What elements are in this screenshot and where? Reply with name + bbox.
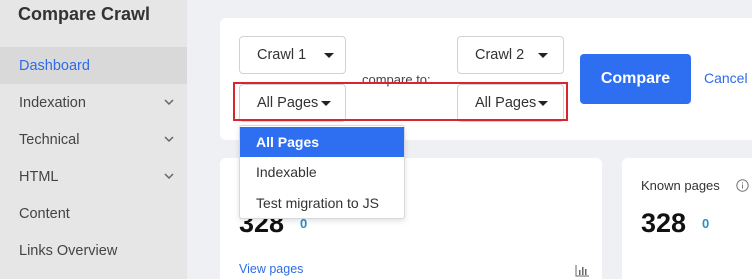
highlight-box [233, 82, 568, 121]
crawl-1-select[interactable]: Crawl 1 [239, 36, 346, 74]
segment-dropdown-menu: All Pages Indexable Test migration to JS [239, 125, 405, 219]
sidebar-item-label: Dashboard [19, 57, 90, 74]
dropdown-option-test-migration[interactable]: Test migration to JS [240, 188, 404, 218]
cancel-button[interactable]: Cancel [704, 70, 748, 86]
crawl-2-select[interactable]: Crawl 2 [457, 36, 564, 74]
chevron-down-icon [164, 136, 174, 143]
sidebar-item-label: Technical [19, 131, 80, 148]
compare-button[interactable]: Compare [580, 54, 691, 104]
caret-down-icon [324, 53, 334, 58]
crawl-1-value: Crawl 1 [257, 47, 307, 63]
known-pages-value: 328 [641, 208, 687, 238]
dropdown-option-indexable[interactable]: Indexable [240, 157, 404, 187]
crawl-2-value: Crawl 2 [475, 47, 525, 63]
sidebar-item-technical[interactable]: Technical [0, 121, 187, 158]
chevron-down-icon [164, 99, 174, 106]
bar-chart-icon[interactable] [575, 264, 590, 277]
app-title: Compare Crawl [18, 4, 151, 24]
known-pages-label: Known pages [641, 178, 720, 193]
info-icon[interactable] [736, 179, 749, 192]
sidebar-item-label: Content [19, 205, 70, 222]
sidebar-item-links-overview[interactable]: Links Overview [0, 232, 187, 269]
sidebar-item-dashboard[interactable]: Dashboard [0, 47, 187, 84]
view-pages-link[interactable]: View pages [239, 262, 303, 276]
sidebar-item-html[interactable]: HTML [0, 158, 187, 195]
chevron-down-icon [164, 173, 174, 180]
sidebar-item-indexation[interactable]: Indexation [0, 84, 187, 121]
sidebar-item-content[interactable]: Content [0, 195, 187, 232]
sidebar: Compare Crawl Dashboard Indexation Techn… [0, 0, 187, 279]
sidebar-item-label: Indexation [19, 94, 86, 111]
sidebar-item-label: Links Overview [19, 242, 118, 259]
known-pages-delta: 0 [702, 216, 710, 231]
sidebar-item-label: HTML [19, 168, 59, 185]
dropdown-option-all-pages[interactable]: All Pages [240, 127, 404, 157]
caret-down-icon [538, 53, 548, 58]
